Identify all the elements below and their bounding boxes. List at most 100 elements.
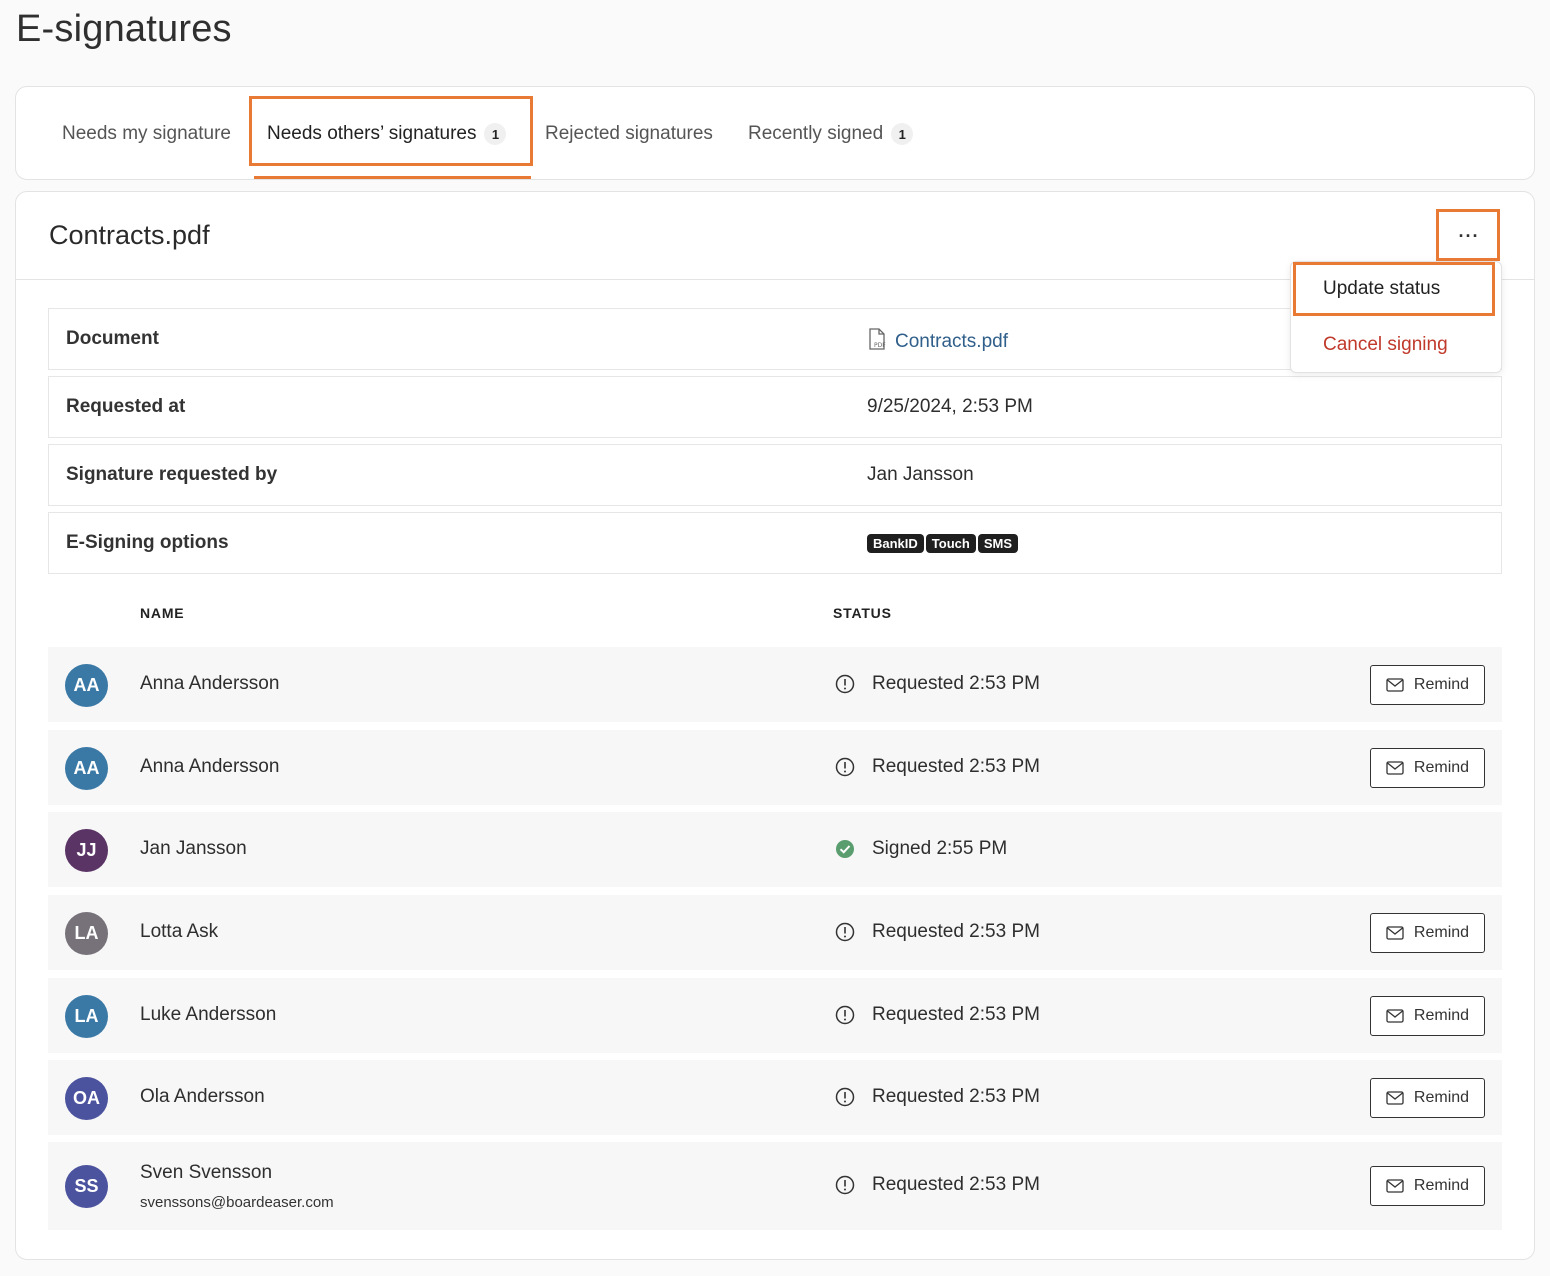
avatar: SS bbox=[65, 1165, 108, 1208]
signer-status: Requested 2:53 PM bbox=[834, 673, 1040, 695]
status-text: Requested 2:53 PM bbox=[872, 755, 1040, 777]
remind-label: Remind bbox=[1413, 758, 1470, 776]
envelope-icon bbox=[1386, 760, 1404, 775]
tab-rejected-signatures[interactable]: Rejected signatures bbox=[545, 87, 713, 181]
exclamation-circle-icon bbox=[834, 1174, 856, 1196]
signer-status: Requested 2:53 PM bbox=[834, 1004, 1040, 1026]
envelope-icon bbox=[1386, 1179, 1404, 1193]
signer-row: LA Luke Andersson Requested 2:53 PM Remind bbox=[48, 978, 1502, 1053]
info-row-requested-by: Signature requested by Jan Jansson bbox=[48, 444, 1502, 506]
info-value: Jan Jansson bbox=[867, 464, 974, 485]
avatar: JJ bbox=[65, 828, 108, 872]
remind-button[interactable]: Remind bbox=[1370, 1077, 1485, 1118]
tab-label: Needs my signature bbox=[62, 123, 231, 144]
avatar: OA bbox=[65, 1076, 108, 1120]
update-status-menu-item[interactable]: Update status bbox=[1323, 278, 1440, 300]
info-label: Document bbox=[66, 328, 159, 349]
exclamation-circle-icon bbox=[834, 921, 856, 943]
document-card: Contracts.pdf ··· Document PDF Contracts… bbox=[15, 191, 1535, 1260]
status-text: Signed 2:55 PM bbox=[872, 837, 1008, 859]
exclamation-circle-icon bbox=[834, 756, 856, 778]
more-actions-button[interactable]: ··· bbox=[1440, 213, 1498, 259]
active-tab-underline bbox=[254, 176, 531, 179]
signer-email: svenssons@boardeaser.com bbox=[140, 1194, 334, 1211]
signer-status: Requested 2:53 PM bbox=[834, 1086, 1040, 1108]
exclamation-circle-icon bbox=[834, 1086, 856, 1108]
remind-button[interactable]: Remind bbox=[1370, 995, 1485, 1036]
option-badge-bankid: BankID bbox=[867, 534, 924, 553]
envelope-icon bbox=[1386, 677, 1404, 692]
signer-row: AA Anna Andersson Requested 2:53 PM Remind bbox=[48, 730, 1502, 805]
more-horizontal-icon: ··· bbox=[1458, 225, 1480, 246]
option-badge-touch: Touch bbox=[925, 534, 976, 553]
signer-name: Lotta Ask bbox=[140, 920, 219, 942]
avatar: LA bbox=[65, 911, 108, 955]
exclamation-circle-icon bbox=[834, 673, 856, 695]
document-title: Contracts.pdf bbox=[49, 220, 210, 250]
remind-button[interactable]: Remind bbox=[1370, 747, 1485, 788]
signer-status: Requested 2:53 PM bbox=[834, 756, 1040, 778]
signer-row: OA Ola Andersson Requested 2:53 PM Remind bbox=[48, 1060, 1502, 1135]
envelope-icon bbox=[1386, 1090, 1404, 1105]
pdf-file-icon: PDF bbox=[867, 328, 887, 356]
page-title: E-signatures bbox=[16, 8, 232, 50]
svg-text:PDF: PDF bbox=[874, 342, 886, 349]
tab-count-badge: 1 bbox=[891, 123, 914, 145]
tab-label: Needs others’ signatures bbox=[267, 123, 477, 144]
status-text: Requested 2:53 PM bbox=[872, 1174, 1040, 1195]
signing-options: BankID Touch SMS bbox=[867, 534, 1020, 553]
tab-recently-signed[interactable]: Recently signed 1 bbox=[748, 87, 914, 181]
info-row-requested-at: Requested at 9/25/2024, 2:53 PM bbox=[48, 376, 1502, 438]
status-text: Requested 2:53 PM bbox=[872, 672, 1040, 694]
signer-row: SS svenssons@boardeaser.com Sven Svensson R… bbox=[48, 1142, 1502, 1230]
signer-name: Ola Andersson bbox=[140, 1085, 265, 1107]
signer-name: Sven Svensson bbox=[140, 1162, 273, 1183]
check-circle-icon bbox=[834, 838, 856, 860]
remind-button[interactable]: Remind bbox=[1370, 912, 1485, 953]
signer-row: LA Lotta Ask Requested 2:53 PM Remind bbox=[48, 895, 1502, 970]
avatar: AA bbox=[65, 746, 108, 790]
remind-button[interactable]: Remind bbox=[1370, 1166, 1485, 1206]
exclamation-circle-icon bbox=[834, 1004, 856, 1026]
info-row-signing-options: E-Signing options BankID Touch SMS bbox=[48, 512, 1502, 574]
signer-status: Requested 2:53 PM bbox=[834, 921, 1040, 943]
signer-row: AA Anna Andersson Requested 2:53 PM Remind bbox=[48, 647, 1502, 722]
tab-label: Rejected signatures bbox=[545, 123, 713, 144]
name-column-header: NAME bbox=[140, 605, 185, 621]
status-column-header: STATUS bbox=[833, 605, 892, 621]
signer-status: Signed 2:55 PM bbox=[834, 838, 1007, 860]
document-link[interactable]: Contracts.pdf bbox=[895, 331, 1008, 353]
remind-label: Remind bbox=[1413, 1177, 1470, 1194]
status-text: Requested 2:53 PM bbox=[872, 1085, 1040, 1107]
option-badge-sms: SMS bbox=[977, 534, 1018, 553]
signer-status: Requested 2:53 PM bbox=[834, 1174, 1040, 1196]
remind-label: Remind bbox=[1413, 675, 1470, 693]
signer-name: Jan Jansson bbox=[140, 837, 247, 859]
status-text: Requested 2:53 PM bbox=[872, 920, 1040, 942]
signer-name: Anna Andersson bbox=[140, 672, 280, 694]
remind-label: Remind bbox=[1413, 1006, 1470, 1024]
info-label: Signature requested by bbox=[66, 464, 278, 485]
envelope-icon bbox=[1386, 1008, 1404, 1023]
tab-label: Recently signed bbox=[748, 123, 884, 144]
tab-count-badge: 1 bbox=[484, 123, 507, 145]
tab-needs-others-signatures[interactable]: Needs others’ signatures 1 bbox=[267, 87, 507, 181]
avatar: LA bbox=[65, 994, 108, 1038]
info-label: E-Signing options bbox=[66, 532, 229, 553]
info-value: PDF Contracts.pdf bbox=[867, 328, 1008, 356]
tabs-bar: Needs my signature Needs others’ signatu… bbox=[15, 86, 1535, 180]
tab-needs-my-signature[interactable]: Needs my signature bbox=[62, 87, 231, 181]
remind-label: Remind bbox=[1413, 923, 1470, 941]
info-label: Requested at bbox=[66, 396, 186, 417]
remind-button[interactable]: Remind bbox=[1370, 664, 1485, 705]
envelope-icon bbox=[1386, 925, 1404, 940]
remind-label: Remind bbox=[1413, 1088, 1470, 1106]
info-row-document: Document PDF Contracts.pdf bbox=[48, 308, 1502, 370]
signer-name: Luke Andersson bbox=[140, 1003, 277, 1025]
actions-dropdown-menu: Update status Cancel signing bbox=[1290, 261, 1502, 373]
avatar: AA bbox=[65, 663, 108, 707]
status-text: Requested 2:53 PM bbox=[872, 1003, 1040, 1025]
signer-name: Anna Andersson bbox=[140, 755, 280, 777]
signer-row: JJ Jan Jansson Signed 2:55 PM bbox=[48, 812, 1502, 887]
cancel-signing-menu-item[interactable]: Cancel signing bbox=[1323, 334, 1448, 356]
